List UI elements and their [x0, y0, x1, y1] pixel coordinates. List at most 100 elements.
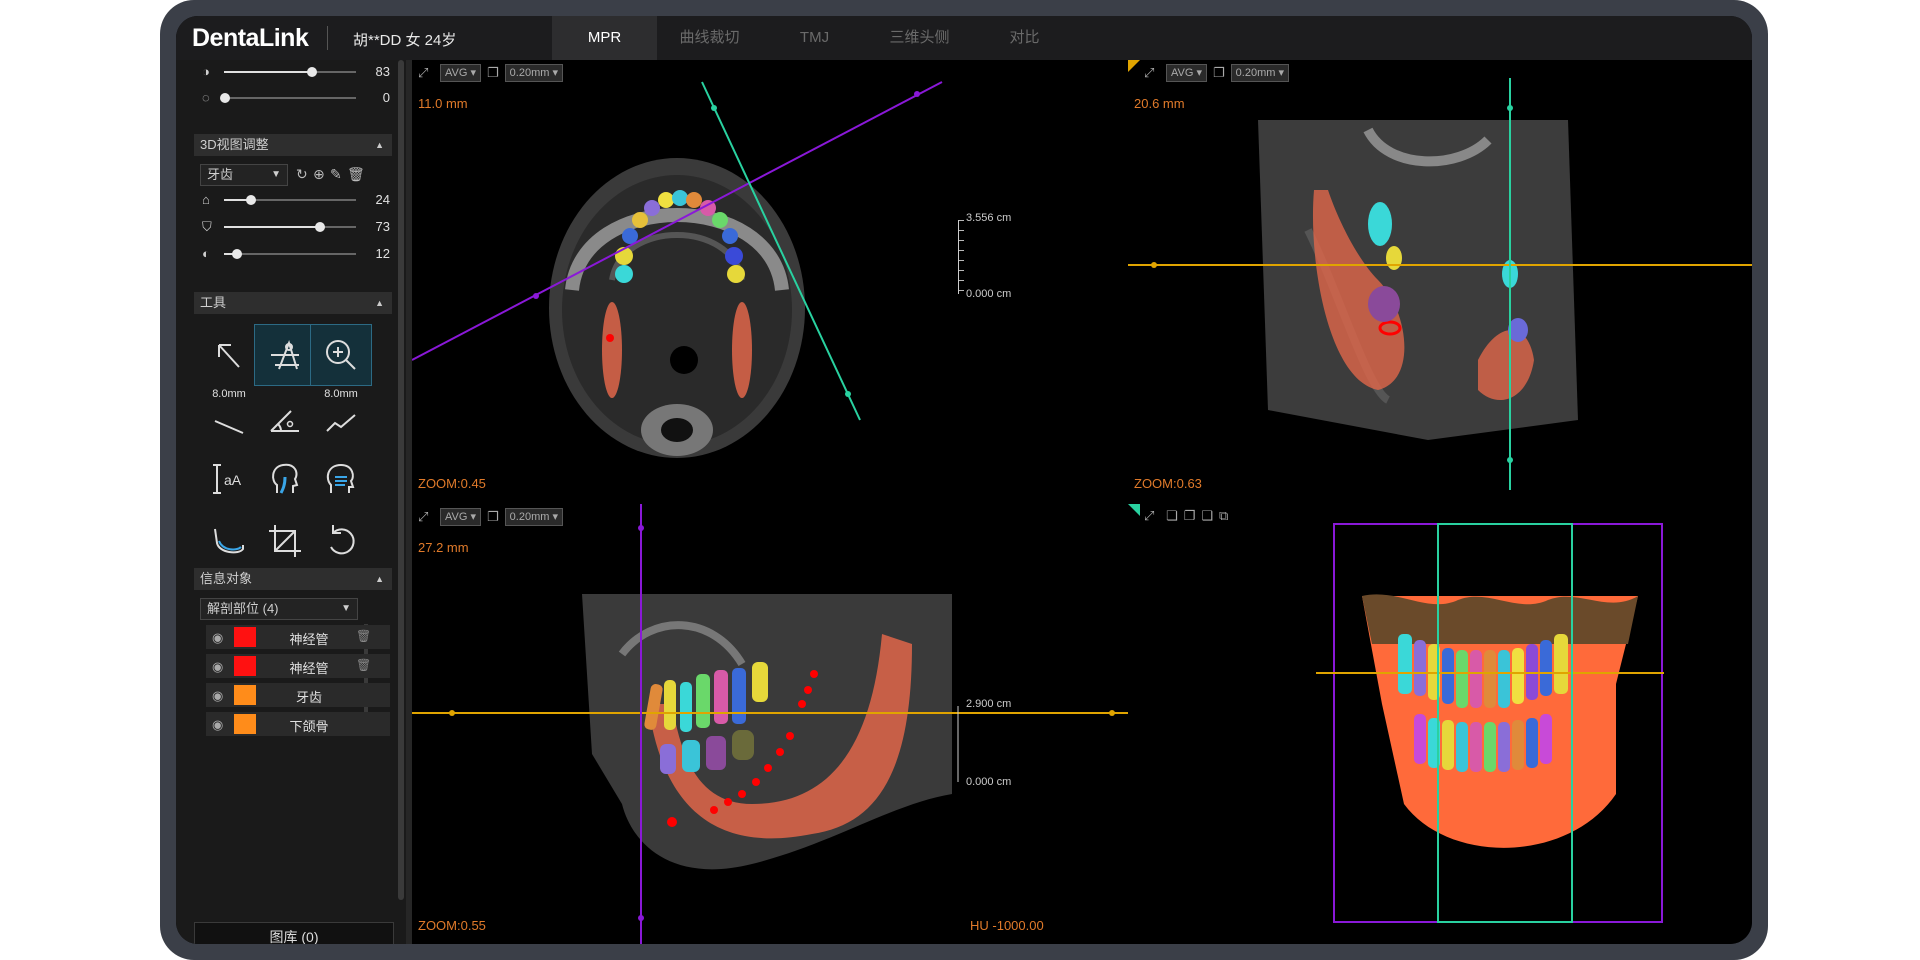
- panel-title: 工具: [200, 295, 227, 310]
- expand-icon[interactable]: ⤢: [1144, 65, 1160, 81]
- pencil-icon[interactable]: ✎: [330, 166, 342, 183]
- tab-mpr[interactable]: MPR: [552, 16, 657, 60]
- patient-info: 胡**DD 女 24岁: [353, 32, 457, 49]
- render-mode-select[interactable]: AVG ▾: [1166, 64, 1207, 82]
- layer-color[interactable]: [234, 627, 256, 647]
- ceph-tool[interactable]: [310, 448, 372, 510]
- axial-viewport[interactable]: ⤢ AVG ▾ ❐ 0.20mm ▾ 11.0 mm ZOOM:0.45: [412, 60, 952, 500]
- layer-row[interactable]: ◉ 牙齿: [206, 683, 390, 707]
- thickness-select[interactable]: 0.20mm ▾: [504, 508, 563, 526]
- angle-tool[interactable]: [254, 386, 316, 448]
- distance-tool[interactable]: 8.0mm: [198, 386, 260, 448]
- layer-row[interactable]: ◉ 神经管 🗑: [206, 625, 390, 649]
- zoom-readout: ZOOM:0.55: [418, 918, 486, 933]
- view-top-icon[interactable]: ❑: [1201, 508, 1213, 524]
- copy-icon[interactable]: ❐: [487, 65, 499, 81]
- library-button[interactable]: 图库 (0): [194, 922, 394, 944]
- slider-knob[interactable]: [232, 249, 242, 259]
- panoramic-tool[interactable]: [198, 510, 260, 572]
- copy-icon[interactable]: ❐: [487, 509, 499, 525]
- undo-icon: [330, 525, 355, 555]
- slider-value: 73: [375, 219, 390, 234]
- scale-top-label: 3.556 cm: [966, 212, 1012, 224]
- expand-icon[interactable]: ⤢: [418, 509, 434, 525]
- threshold-slider[interactable]: ⛉ 73: [194, 217, 394, 237]
- copy-icon[interactable]: ❐: [1213, 65, 1225, 81]
- slice-depth: 27.2 mm: [418, 540, 469, 555]
- sidebar-scrollbar[interactable]: [398, 60, 404, 900]
- head-layers-icon: [326, 463, 355, 493]
- eye-icon[interactable]: ◉: [212, 717, 223, 733]
- expand-icon[interactable]: ⤢: [1144, 508, 1160, 524]
- add-icon[interactable]: ⊕: [313, 166, 325, 183]
- reset-icon[interactable]: ↻: [296, 166, 308, 183]
- render-mode-select[interactable]: AVG ▾: [440, 64, 481, 82]
- contrast-slider[interactable]: ◑ 83: [194, 62, 394, 82]
- object-select[interactable]: 牙齿 ▼: [200, 164, 288, 186]
- panel-title: 信息对象: [200, 571, 253, 586]
- sagittal-viewport[interactable]: ⤢ AVG ▾ ❐ 0.20mm ▾ 27.2 mm ZOOM:0.55 HU …: [412, 504, 1128, 944]
- line-ruler-icon: [214, 420, 244, 434]
- eye-icon[interactable]: ◉: [212, 659, 223, 675]
- trash-icon[interactable]: 🗑: [356, 629, 371, 643]
- layer-row[interactable]: ◉ 神经管 🗑: [206, 654, 390, 678]
- panel-header-3d[interactable]: 3D视图调整 ▲: [194, 134, 392, 156]
- coronal-viewport[interactable]: ⤢ AVG ▾ ❐ 0.20mm ▾ 20.6 mm ZOOM:0.63: [1128, 60, 1752, 500]
- text-tool[interactable]: aA: [198, 448, 260, 510]
- airway-tool[interactable]: [254, 448, 316, 510]
- crop-tool[interactable]: [254, 510, 316, 572]
- anatomy-select[interactable]: 解剖部位 (4) ▼: [200, 598, 358, 620]
- tab-3d-ceph[interactable]: 三维头侧: [867, 16, 972, 60]
- thickness-select[interactable]: 0.20mm ▾: [504, 64, 563, 82]
- zoom-tool[interactable]: [310, 324, 372, 386]
- layer-row[interactable]: ◉ 下颌骨: [206, 712, 390, 736]
- thickness-select[interactable]: 0.20mm ▾: [1230, 64, 1289, 82]
- layer-color[interactable]: [234, 714, 256, 734]
- zoom-readout: ZOOM:0.45: [418, 476, 486, 491]
- scale-bottom-label: 0.000 cm: [966, 288, 1012, 300]
- render-mode-select[interactable]: AVG ▾: [440, 508, 481, 526]
- panel-header-info[interactable]: 信息对象 ▲: [194, 568, 392, 590]
- eye-icon[interactable]: ◉: [212, 630, 223, 646]
- left-sidebar: ◑ 83 ◌ 0 3D视图调整 ▲ 牙齿 ▼ ↻ ⊕ ✎ 🗑 ⌂ 24 ⛉ 73…: [176, 60, 406, 944]
- measure-tool[interactable]: [254, 324, 316, 386]
- slider-knob[interactable]: [315, 222, 325, 232]
- curve-tool[interactable]: 8.0mm: [310, 386, 372, 448]
- slider-knob[interactable]: [307, 67, 317, 77]
- eye-icon[interactable]: ◉: [212, 688, 223, 704]
- tab-curve-cut[interactable]: 曲线裁切: [657, 16, 762, 60]
- slice-depth: 20.6 mm: [1134, 96, 1185, 111]
- collapse-icon[interactable]: ▲: [375, 292, 384, 314]
- brightness-slider[interactable]: ◌ 0: [194, 88, 394, 108]
- panel-header-tools[interactable]: 工具 ▲: [194, 292, 392, 314]
- expand-icon[interactable]: ⤢: [418, 65, 434, 81]
- view-reset-icon[interactable]: ⧉: [1219, 508, 1228, 524]
- tab-tmj[interactable]: TMJ: [762, 16, 867, 60]
- trash-icon[interactable]: 🗑: [356, 658, 371, 672]
- slider-knob[interactable]: [246, 195, 256, 205]
- crop-icon: [269, 525, 301, 557]
- tab-compare[interactable]: 对比: [972, 16, 1077, 60]
- trash-icon[interactable]: 🗑: [347, 166, 365, 183]
- 3d-viewport[interactable]: ⤢ ❏ ❐ ❑ ⧉: [1128, 504, 1752, 944]
- svg-text:aA: aA: [224, 472, 242, 488]
- compass-icon: [271, 339, 299, 370]
- contrast-icon: ◑: [202, 64, 210, 79]
- view-side-icon[interactable]: ❐: [1184, 508, 1196, 524]
- layer-color[interactable]: [234, 656, 256, 676]
- view-tabs: MPR 曲线裁切 TMJ 三维头侧 对比: [552, 16, 1077, 60]
- slider-value: 12: [375, 246, 390, 261]
- collapse-icon[interactable]: ▲: [375, 134, 384, 156]
- layer-name: 牙齿: [295, 690, 322, 705]
- viewport-toolbar: ⤢ AVG ▾ ❐ 0.20mm ▾: [418, 508, 563, 526]
- layer-color[interactable]: [234, 685, 256, 705]
- pointer-tool[interactable]: [198, 324, 260, 386]
- slider-value: 24: [375, 192, 390, 207]
- reset-view-tool[interactable]: [310, 510, 372, 572]
- collapse-icon[interactable]: ▲: [375, 568, 384, 590]
- opacity-slider[interactable]: ⌂ 24: [194, 190, 394, 210]
- view-front-icon[interactable]: ❏: [1166, 508, 1178, 524]
- opacity-icon: ⌂: [202, 192, 210, 207]
- smooth-slider[interactable]: ◐ 12: [194, 244, 394, 264]
- slider-knob[interactable]: [220, 93, 230, 103]
